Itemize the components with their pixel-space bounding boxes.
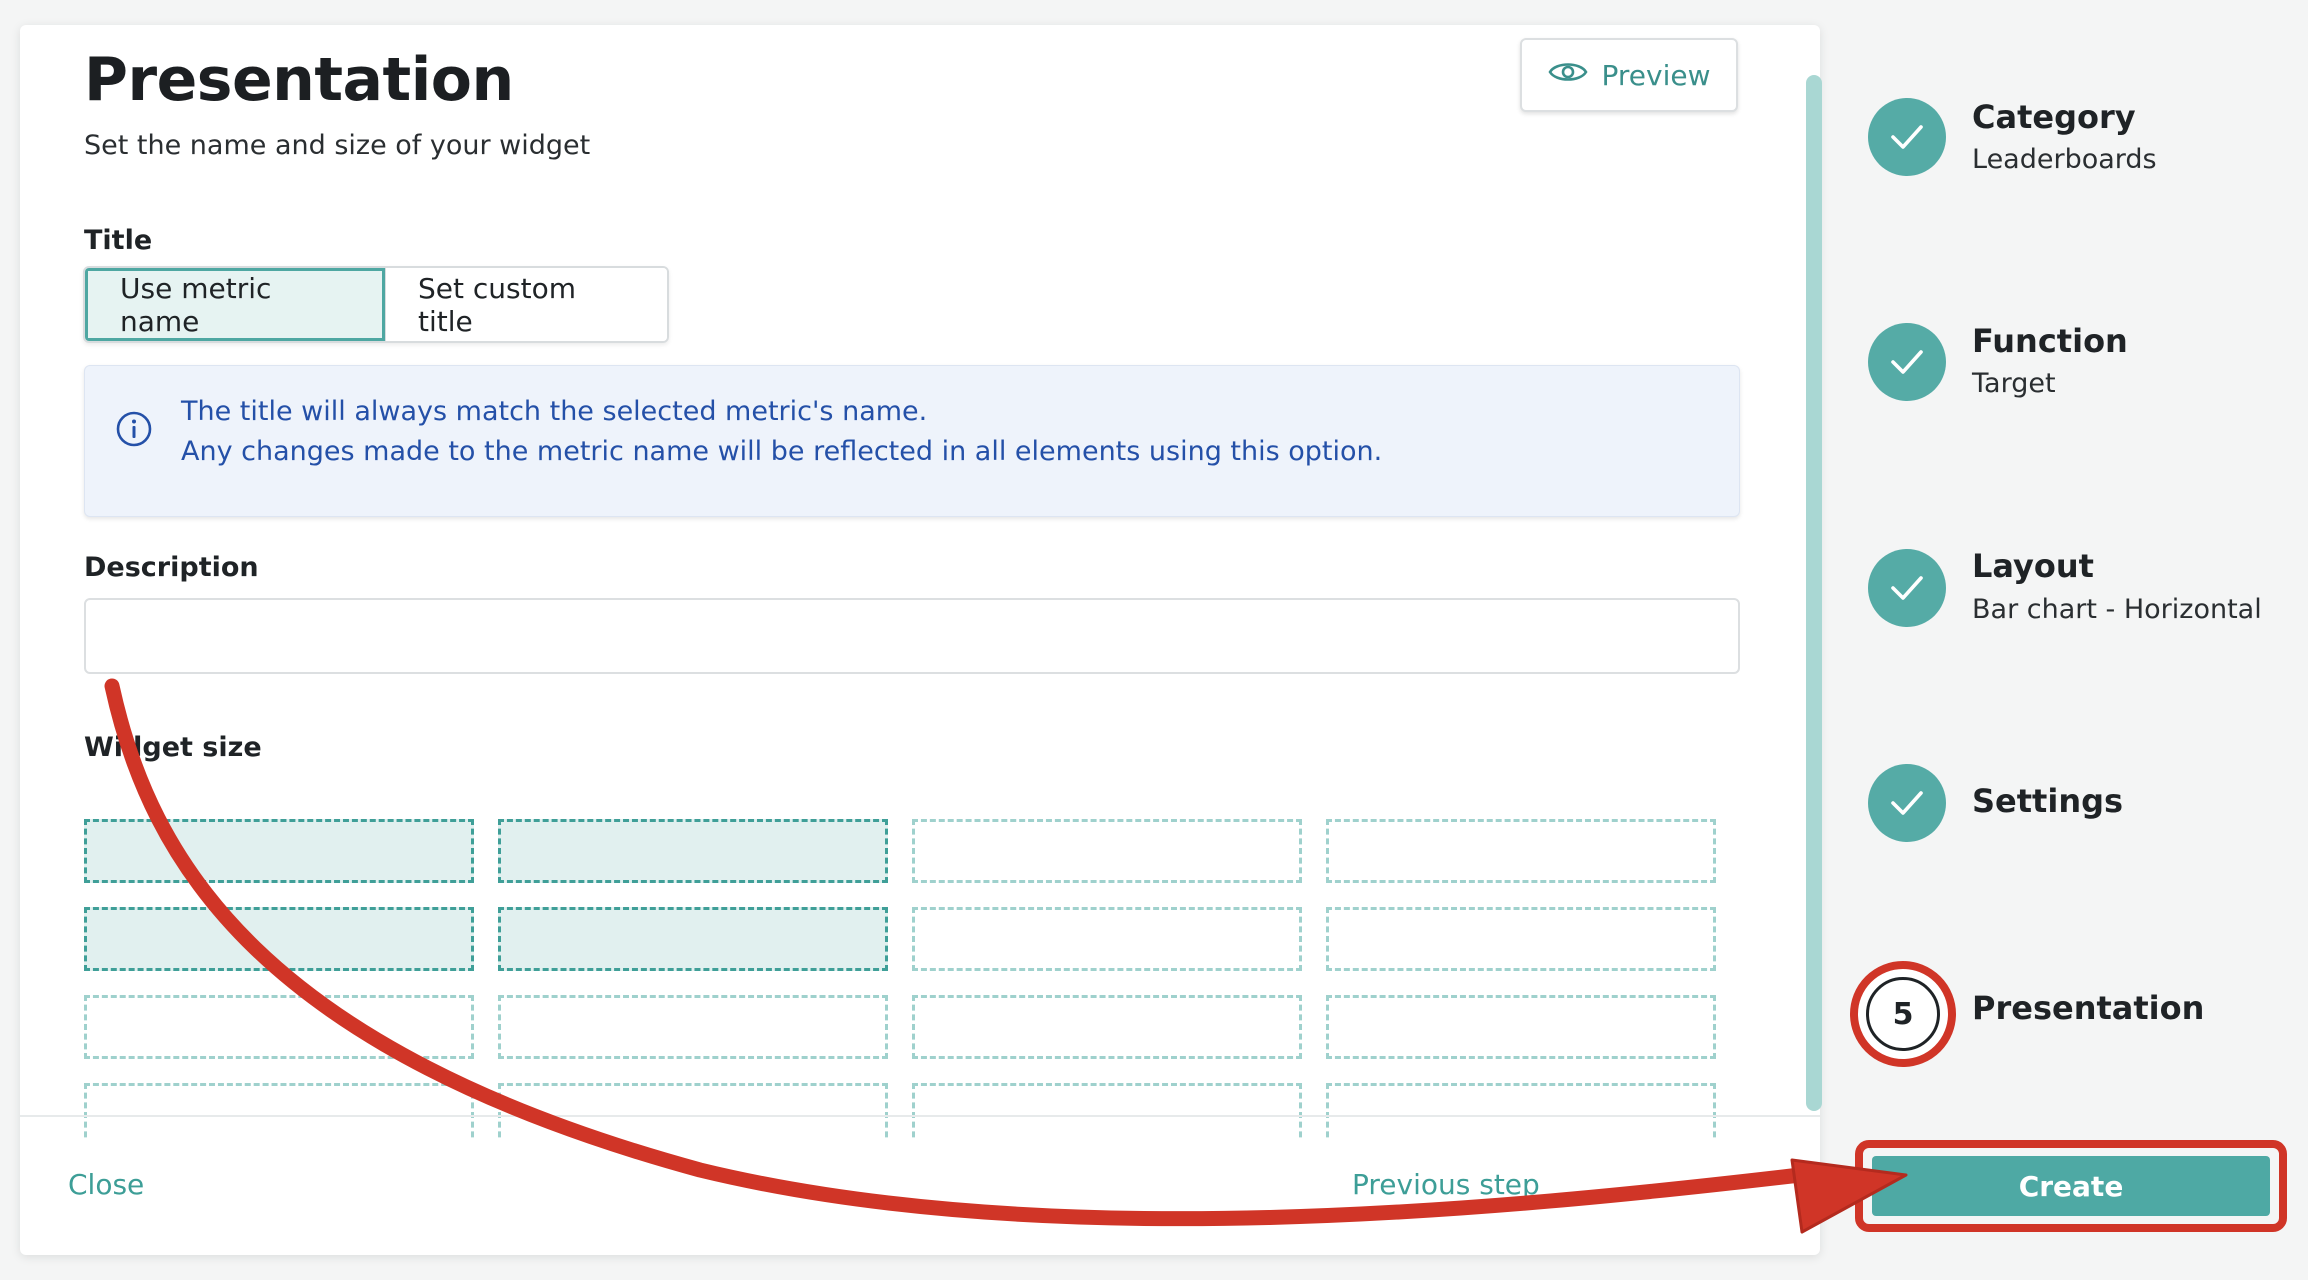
previous-step-button[interactable]: Previous step xyxy=(1352,1168,1540,1201)
info-message: The title will always match the selected… xyxy=(84,365,1740,517)
create-button[interactable]: Create xyxy=(1872,1156,2270,1216)
size-cell[interactable] xyxy=(498,995,888,1059)
step-done-circle xyxy=(1868,549,1946,627)
size-cell[interactable] xyxy=(84,1083,474,1139)
create-highlight: Create xyxy=(1855,1140,2287,1232)
size-cell[interactable] xyxy=(84,995,474,1059)
step-title: Settings xyxy=(1972,782,2124,820)
preview-button[interactable]: Preview xyxy=(1520,38,1738,112)
step-subtitle: Target xyxy=(1972,368,2056,399)
size-cell[interactable] xyxy=(84,819,474,883)
title-mode-toggle: Use metric name Set custom title xyxy=(83,266,669,343)
size-cell[interactable] xyxy=(912,819,1302,883)
info-line-2: Any changes made to the metric name will… xyxy=(181,436,1383,467)
size-cell[interactable] xyxy=(498,907,888,971)
step-presentation-current[interactable]: 5 xyxy=(1850,961,1956,1067)
step-done-circle xyxy=(1868,323,1946,401)
description-input[interactable] xyxy=(84,598,1740,674)
check-icon xyxy=(1891,350,1923,374)
widget-dialog: Presentation Set the name and size of yo… xyxy=(20,25,1822,1255)
scrollbar[interactable] xyxy=(1806,75,1822,1111)
step-number: 5 xyxy=(1866,977,1940,1051)
step-subtitle: Bar chart - Horizontal xyxy=(1972,594,2262,625)
set-custom-title-button[interactable]: Set custom title xyxy=(385,268,667,341)
description-label: Description xyxy=(84,552,259,583)
eye-icon xyxy=(1547,58,1588,93)
step-subtitle: Leaderboards xyxy=(1972,144,2157,175)
check-icon xyxy=(1891,125,1923,149)
use-metric-name-button[interactable]: Use metric name xyxy=(85,268,385,341)
page-subtitle: Set the name and size of your widget xyxy=(84,130,591,161)
step-title-presentation: Presentation xyxy=(1972,989,2205,1027)
step-title: Layout xyxy=(1972,547,2094,585)
size-cell[interactable] xyxy=(1326,819,1716,883)
step-done-circle xyxy=(1868,764,1946,842)
close-button[interactable]: Close xyxy=(68,1168,144,1201)
info-icon xyxy=(115,410,153,448)
preview-label: Preview xyxy=(1601,58,1711,92)
size-cell[interactable] xyxy=(912,995,1302,1059)
size-cell[interactable] xyxy=(912,907,1302,971)
info-line-1: The title will always match the selected… xyxy=(181,396,928,427)
size-cell[interactable] xyxy=(1326,1083,1716,1139)
check-icon xyxy=(1891,791,1923,815)
check-icon xyxy=(1891,576,1923,600)
widget-size-label: Widget size xyxy=(84,732,262,763)
size-cell[interactable] xyxy=(498,819,888,883)
footer-divider xyxy=(20,1115,1820,1117)
title-label: Title xyxy=(84,225,153,256)
size-cell[interactable] xyxy=(912,1083,1302,1139)
step-done-circle xyxy=(1868,98,1946,176)
page-title: Presentation xyxy=(84,45,514,115)
size-cell[interactable] xyxy=(1326,907,1716,971)
step-title: Category xyxy=(1972,98,2136,136)
step-title: Function xyxy=(1972,322,2128,360)
size-cell[interactable] xyxy=(84,907,474,971)
size-cell[interactable] xyxy=(1326,995,1716,1059)
widget-size-grid xyxy=(84,794,1744,1139)
size-cell[interactable] xyxy=(498,1083,888,1139)
